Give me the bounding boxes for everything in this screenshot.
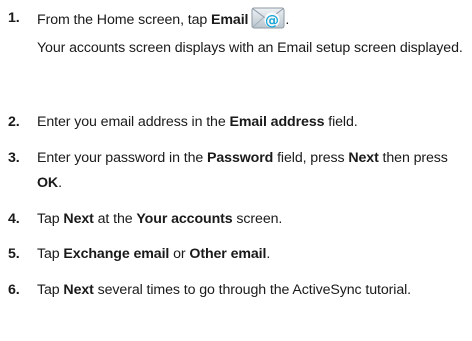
email-app-icon: @: [251, 6, 285, 30]
step-text: Tap Next at the Your accounts screen.: [37, 211, 283, 227]
step-number: 2.: [8, 114, 20, 130]
ui-term: Your accounts: [136, 211, 233, 227]
ui-term: Exchange email: [63, 246, 170, 262]
svg-text:@: @: [265, 13, 279, 29]
step-number: 6.: [8, 282, 20, 298]
step-text: Tap Next several times to go through the…: [37, 282, 412, 298]
step-number: 4.: [8, 211, 20, 227]
ui-term: Next: [63, 211, 94, 227]
step-text: Enter your password in the Password fiel…: [37, 150, 448, 191]
ui-term: Email: [211, 12, 249, 28]
ui-term: Password: [207, 150, 274, 166]
step-number: 5.: [8, 246, 20, 262]
ui-term: Next: [63, 282, 94, 298]
step-number: 1.: [8, 10, 20, 26]
ui-term: OK: [37, 175, 59, 191]
step-text: Enter you email address in the Email add…: [37, 114, 358, 130]
step-1-note: Your accounts screen displays with an Em…: [37, 40, 463, 56]
ui-term: Other email: [189, 246, 267, 262]
step-number: 3.: [8, 150, 20, 166]
ui-term: Next: [348, 150, 379, 166]
step-text: From the Home screen, tap Email @.: [37, 6, 468, 33]
ui-term: Email address: [229, 114, 325, 130]
instruction-page: 1. From the Home screen, tap Email @. You…: [0, 0, 472, 341]
step-text: Tap Exchange email or Other email.: [37, 246, 271, 262]
